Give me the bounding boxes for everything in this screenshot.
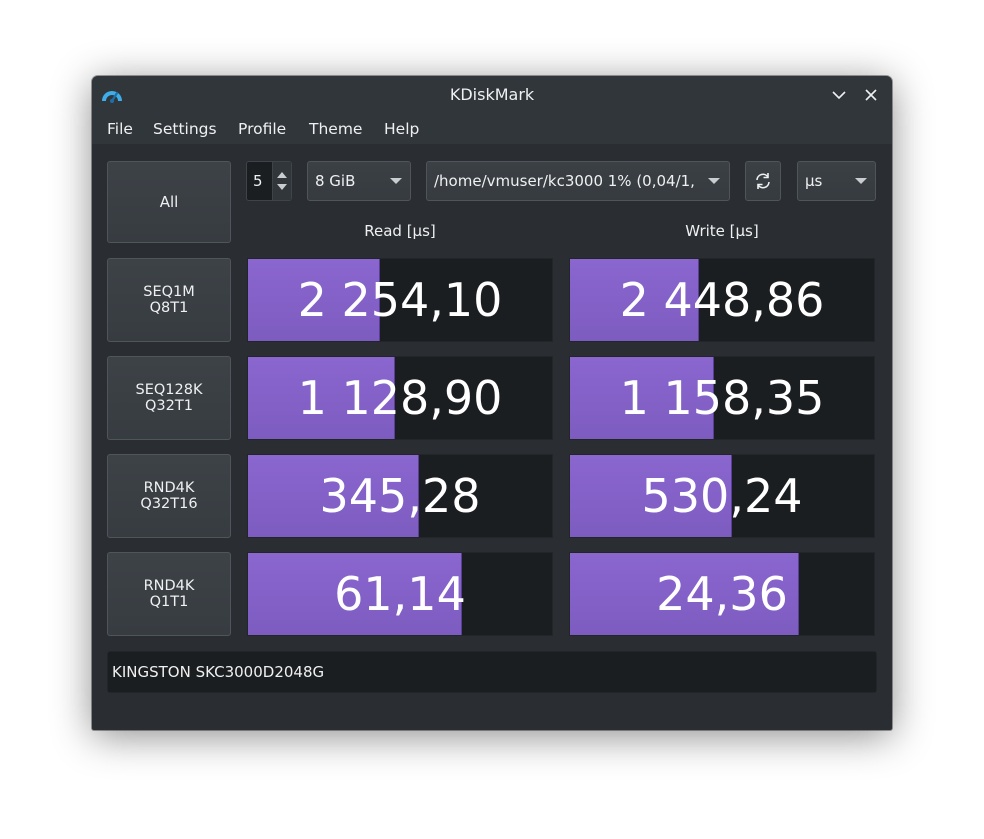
title-bar: KDiskMark: [92, 76, 892, 114]
menu-profile[interactable]: Profile: [238, 114, 286, 144]
test-label-line2: Q32T1: [145, 398, 193, 414]
result-write-rnd4k-q1t1: 24,36: [569, 552, 875, 636]
window-title: KDiskMark: [449, 85, 535, 104]
spin-down-icon[interactable]: [277, 184, 287, 190]
chevron-down-icon: [855, 178, 867, 184]
read-header: Read [µs]: [364, 222, 436, 240]
result-value: 2 254,10: [297, 273, 503, 327]
result-read-rnd4k-q1t1: 61,14: [247, 552, 553, 636]
device-info-field[interactable]: KINGSTON SKC3000D2048G: [107, 651, 877, 693]
minimize-button[interactable]: [829, 85, 849, 105]
test-label-line1: SEQ128K: [135, 382, 203, 398]
result-read-rnd4k-q32t16: 345,28: [247, 454, 553, 538]
loops-spinbox[interactable]: 5: [246, 161, 292, 201]
test-label-line1: SEQ1M: [143, 284, 195, 300]
result-read-seq1m: 2 254,10: [247, 258, 553, 342]
refresh-button[interactable]: [745, 161, 781, 201]
result-value: 345,28: [319, 469, 481, 523]
menu-bar: File Settings Profile Theme Help: [92, 114, 892, 144]
test-label-line2: Q8T1: [149, 300, 189, 316]
main-window: KDiskMark File Settings Profile Theme He…: [92, 76, 892, 730]
test-button-rnd4k-q32t16[interactable]: RND4K Q32T16: [107, 454, 231, 538]
spin-up-icon[interactable]: [277, 172, 287, 178]
result-read-seq128k: 1 128,90: [247, 356, 553, 440]
test-button-rnd4k-q1t1[interactable]: RND4K Q1T1: [107, 552, 231, 636]
test-button-seq128k-q32t1[interactable]: SEQ128K Q32T1: [107, 356, 231, 440]
chevron-down-icon: [708, 178, 720, 184]
path-combo[interactable]: /home/vmuser/kc3000 1% (0,04/1,: [426, 161, 730, 201]
test-label-line1: RND4K: [143, 480, 195, 496]
run-all-label: All: [159, 193, 179, 211]
size-combo[interactable]: 8 GiB: [307, 161, 411, 201]
result-write-rnd4k-q32t16: 530,24: [569, 454, 875, 538]
result-value: 61,14: [334, 567, 466, 621]
test-button-seq1m-q8t1[interactable]: SEQ1M Q8T1: [107, 258, 231, 342]
close-button[interactable]: [861, 85, 881, 105]
test-label-line2: Q1T1: [149, 594, 189, 610]
chevron-down-icon: [390, 178, 402, 184]
menu-theme[interactable]: Theme: [309, 114, 362, 144]
write-header: Write [µs]: [685, 222, 759, 240]
size-value: 8 GiB: [315, 172, 356, 190]
result-write-seq1m: 2 448,86: [569, 258, 875, 342]
result-value: 2 448,86: [619, 273, 825, 327]
result-value: 1 158,35: [619, 371, 825, 425]
path-value: /home/vmuser/kc3000 1% (0,04/1,: [434, 172, 695, 190]
result-write-seq128k: 1 158,35: [569, 356, 875, 440]
test-label-line1: RND4K: [143, 578, 195, 594]
loops-value: 5: [253, 172, 263, 190]
unit-combo[interactable]: µs: [797, 161, 876, 201]
result-value: 1 128,90: [297, 371, 503, 425]
menu-file[interactable]: File: [107, 114, 133, 144]
run-all-button[interactable]: All: [107, 161, 231, 243]
result-value: 24,36: [656, 567, 788, 621]
test-label-line2: Q32T16: [140, 496, 198, 512]
result-value: 530,24: [641, 469, 803, 523]
menu-help[interactable]: Help: [384, 114, 419, 144]
unit-value: µs: [805, 172, 823, 190]
menu-settings[interactable]: Settings: [153, 114, 217, 144]
spin-buttons[interactable]: [272, 162, 291, 200]
refresh-icon: [756, 173, 770, 189]
